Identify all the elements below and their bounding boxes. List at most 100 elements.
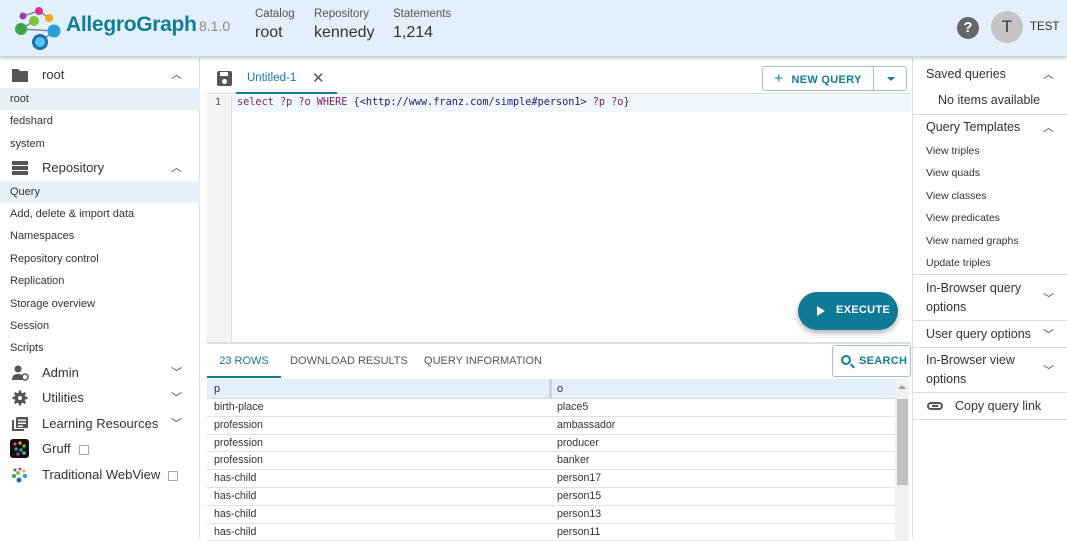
sidebar-item-catalog-fedshard[interactable]: fedshard <box>0 110 200 132</box>
sidebar-item-namespaces[interactable]: Namespaces <box>0 225 200 247</box>
sidebar-group-label: root <box>42 67 65 82</box>
cell-p[interactable]: profession <box>214 454 263 466</box>
cell-o[interactable]: place5 <box>557 401 588 413</box>
query-templates-title[interactable]: Query Templates <box>926 118 1020 137</box>
app-brand: AllegroGraph <box>66 13 197 36</box>
new-query-dropdown-caret-icon[interactable] <box>873 67 907 90</box>
table-row[interactable]: profession producer <box>207 435 895 453</box>
user-query-options-section[interactable]: User query options ﹀ <box>913 321 1067 348</box>
results-grid: p o birth-place place5 profession ambassado… <box>207 379 895 541</box>
template-view-classes[interactable]: View classes <box>926 190 987 202</box>
line-number-gutter <box>207 95 232 342</box>
sidebar-item-session[interactable]: Session <box>0 315 200 337</box>
sidebar-item-query[interactable]: Query <box>0 181 200 203</box>
query-templates-section: Query Templates ︿ View triples View quad… <box>913 115 1067 275</box>
table-row[interactable]: has-child person11 <box>207 524 895 541</box>
cell-o[interactable]: person13 <box>557 508 601 520</box>
cell-p[interactable]: birth-place <box>214 401 263 413</box>
sidebar-group-admin[interactable]: Admin ﹀ <box>0 360 200 386</box>
table-row[interactable]: has-child person13 <box>207 506 895 524</box>
cell-o[interactable]: banker <box>557 454 589 466</box>
in-browser-view-options-section[interactable]: In-Browser view options ﹀ <box>913 348 1067 393</box>
sidebar-item-add-delete-import[interactable]: Add, delete & import data <box>0 203 200 225</box>
webview-icon <box>12 467 28 483</box>
sidebar-group-catalog[interactable]: root ︿ <box>0 62 200 88</box>
sidebar-item-replication[interactable]: Replication <box>0 270 200 292</box>
external-link-icon <box>168 470 179 481</box>
tab-query-information[interactable]: QUERY INFORMATION <box>419 344 547 378</box>
table-row[interactable]: has-child person15 <box>207 488 895 506</box>
cell-o[interactable]: person15 <box>557 490 601 502</box>
table-row[interactable]: birth-place place5 <box>207 399 895 417</box>
template-view-predicates[interactable]: View predicates <box>926 212 1000 224</box>
sidebar-group-learning-resources[interactable]: Learning Resources ﹀ <box>0 411 200 437</box>
cell-p[interactable]: profession <box>214 437 263 449</box>
column-header-p[interactable]: p <box>214 383 220 395</box>
table-row[interactable]: profession banker <box>207 452 895 471</box>
chevron-up-icon: ︿ <box>171 162 182 174</box>
tab-rows[interactable]: 23 ROWS <box>207 344 281 378</box>
save-icon[interactable] <box>217 71 232 86</box>
query-tab[interactable]: Untitled-1 ✕ <box>236 62 337 94</box>
chevron-up-icon[interactable]: ︿ <box>1043 66 1054 82</box>
template-view-named-graphs[interactable]: View named graphs <box>926 235 1019 247</box>
template-view-quads[interactable]: View quads <box>926 167 980 179</box>
search-icon <box>841 355 851 365</box>
username[interactable]: TEST <box>1030 21 1059 33</box>
statements-label: Statements <box>393 8 452 20</box>
column-header-o[interactable]: o <box>557 383 563 395</box>
cell-p[interactable]: has-child <box>214 526 256 538</box>
app-version: 8.1.0 <box>199 18 231 34</box>
template-update-triples[interactable]: Update triples <box>926 257 991 269</box>
copy-query-link-button[interactable]: Copy query link <box>913 393 1067 420</box>
cell-p[interactable]: has-child <box>214 490 256 502</box>
execute-button[interactable]: EXECUTE <box>798 292 898 330</box>
scroll-up-icon[interactable] <box>898 385 906 389</box>
sidebar-link-gruff[interactable]: Gruff <box>0 436 200 462</box>
sidebar-group-label: Utilities <box>42 390 84 405</box>
admin-icon <box>12 365 29 381</box>
results-scrollbar[interactable] <box>895 379 909 541</box>
query-code-editor[interactable]: select ?p ?o WHERE {<http://www.franz.co… <box>237 97 630 108</box>
cell-p[interactable]: has-child <box>214 472 256 484</box>
catalog-info[interactable]: Catalog root <box>255 8 295 42</box>
sidebar-group-utilities[interactable]: Utilities ﹀ <box>0 385 200 411</box>
sidebar-item-scripts[interactable]: Scripts <box>0 337 200 359</box>
copy-query-link-label: Copy query link <box>955 399 1042 413</box>
saved-queries-section: Saved queries ︿ No items available <box>913 58 1067 115</box>
new-query-button[interactable]: + NEW QUERY <box>763 67 873 90</box>
cell-o[interactable]: person11 <box>557 526 600 538</box>
help-icon[interactable]: ? <box>957 17 979 39</box>
cell-o[interactable]: person17 <box>557 472 601 484</box>
table-row[interactable]: profession ambassador <box>207 417 895 435</box>
saved-queries-title[interactable]: Saved queries <box>926 65 1006 84</box>
sidebar-item-repository-control[interactable]: Repository control <box>0 248 200 270</box>
new-query-split-button: + NEW QUERY <box>762 66 907 91</box>
scrollbar-thumb[interactable] <box>897 399 908 485</box>
column-resize-handle[interactable] <box>549 379 552 399</box>
in-browser-query-options-section[interactable]: In-Browser query options ﹀ <box>913 275 1067 321</box>
sidebar-group-repository[interactable]: Repository ︿ <box>0 155 200 181</box>
search-results-button[interactable]: SEARCH <box>832 345 911 377</box>
user-avatar[interactable]: T <box>991 11 1023 43</box>
app-header: AllegroGraph 8.1.0 Catalog root Reposito… <box>0 0 1067 57</box>
chevron-down-icon: ﹀ <box>171 392 182 404</box>
table-row[interactable]: has-child person17 <box>207 470 895 488</box>
sidebar-item-storage-overview[interactable]: Storage overview <box>0 293 200 315</box>
allegrograph-logo-icon <box>15 7 61 50</box>
catalog-label: Catalog <box>255 8 295 20</box>
sidebar-link-traditional-webview[interactable]: Traditional WebView <box>0 462 200 488</box>
cell-o[interactable]: producer <box>557 437 599 449</box>
sidebar-item-catalog-root[interactable]: root <box>0 88 200 110</box>
cell-o[interactable]: ambassador <box>557 419 615 431</box>
cell-p[interactable]: has-child <box>214 508 256 520</box>
template-view-triples[interactable]: View triples <box>926 145 980 157</box>
sidebar-item-catalog-system[interactable]: system <box>0 133 200 155</box>
tab-download-results[interactable]: DOWNLOAD RESULTS <box>283 344 415 378</box>
cell-p[interactable]: profession <box>214 419 263 431</box>
query-tab-name: Untitled-1 <box>247 72 297 84</box>
repository-info[interactable]: Repository kennedy <box>314 8 375 42</box>
close-icon[interactable]: ✕ <box>312 69 325 87</box>
folder-icon <box>12 69 28 82</box>
chevron-up-icon[interactable]: ︿ <box>1043 119 1054 135</box>
